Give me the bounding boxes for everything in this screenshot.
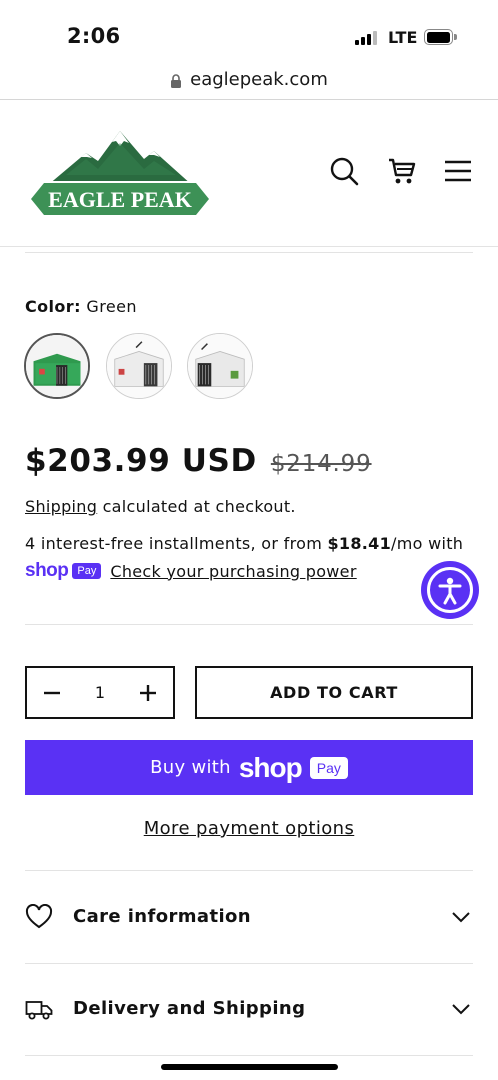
truck-icon xyxy=(25,996,53,1022)
chevron-down-icon xyxy=(451,1001,471,1015)
add-to-cart-button[interactable]: ADD TO CART xyxy=(195,666,473,719)
heart-icon xyxy=(25,903,53,930)
quantity-value[interactable]: 1 xyxy=(77,668,123,717)
more-payment-options-link[interactable]: More payment options xyxy=(0,818,498,839)
buy-with-shoppay-button[interactable]: Buy with shop Pay xyxy=(25,740,473,795)
url-bar[interactable]: eaglepeak.com xyxy=(0,64,498,100)
cart-icon[interactable] xyxy=(387,156,417,186)
shoppay-logo: shop xyxy=(25,560,69,581)
site-header: EAGLE PEAK xyxy=(0,101,498,247)
shipping-text: calculated at checkout. xyxy=(97,497,296,516)
color-label: Color: Green xyxy=(25,297,137,316)
divider xyxy=(25,1055,473,1056)
status-time: 2:06 xyxy=(67,24,121,48)
accessibility-icon xyxy=(438,577,462,605)
divider xyxy=(25,252,473,253)
url-text: eaglepeak.com xyxy=(190,69,328,90)
check-purchasing-power-link[interactable]: Check your purchasing power xyxy=(110,562,356,581)
logo-text: EAGLE PEAK xyxy=(48,187,192,212)
accordion-delivery-shipping[interactable]: Delivery and Shipping xyxy=(25,963,473,1055)
price-row: $203.99 USD $214.99 xyxy=(25,443,372,479)
swatch-white[interactable] xyxy=(106,333,172,399)
signal-icon xyxy=(355,31,379,45)
installment-amount: $18.41 xyxy=(327,534,392,553)
search-icon[interactable] xyxy=(329,156,359,186)
sale-price: $203.99 USD xyxy=(25,443,257,479)
quantity-stepper: 1 xyxy=(25,666,175,719)
status-bar: 2:06 LTE xyxy=(0,0,498,64)
accordion-title: Care information xyxy=(73,906,252,927)
shoppay-row: shop Pay Check your purchasing power xyxy=(25,560,357,582)
swatch-green[interactable] xyxy=(24,333,90,399)
divider xyxy=(25,624,473,625)
accessibility-button[interactable] xyxy=(421,561,479,619)
eagle-peak-logo[interactable]: EAGLE PEAK xyxy=(26,129,214,217)
quantity-minus-button[interactable] xyxy=(27,668,77,717)
shoppay-badge: Pay xyxy=(72,563,102,579)
menu-icon[interactable] xyxy=(443,156,473,186)
chevron-down-icon xyxy=(451,909,471,923)
lock-icon xyxy=(170,73,182,88)
regular-price: $214.99 xyxy=(270,451,372,477)
accordion-care-information[interactable]: Care information xyxy=(25,871,473,963)
home-indicator[interactable] xyxy=(161,1064,338,1070)
shipping-link[interactable]: Shipping xyxy=(25,497,97,516)
battery-icon xyxy=(424,29,457,45)
shipping-note: Shipping calculated at checkout. xyxy=(25,497,296,516)
installments-text: 4 interest-free installments, or from $1… xyxy=(25,534,464,553)
accordion-title: Delivery and Shipping xyxy=(73,998,306,1019)
network-label: LTE xyxy=(388,28,418,47)
swatch-white-black[interactable] xyxy=(187,333,253,399)
color-value: Green xyxy=(86,297,137,316)
quantity-plus-button[interactable] xyxy=(123,668,173,717)
